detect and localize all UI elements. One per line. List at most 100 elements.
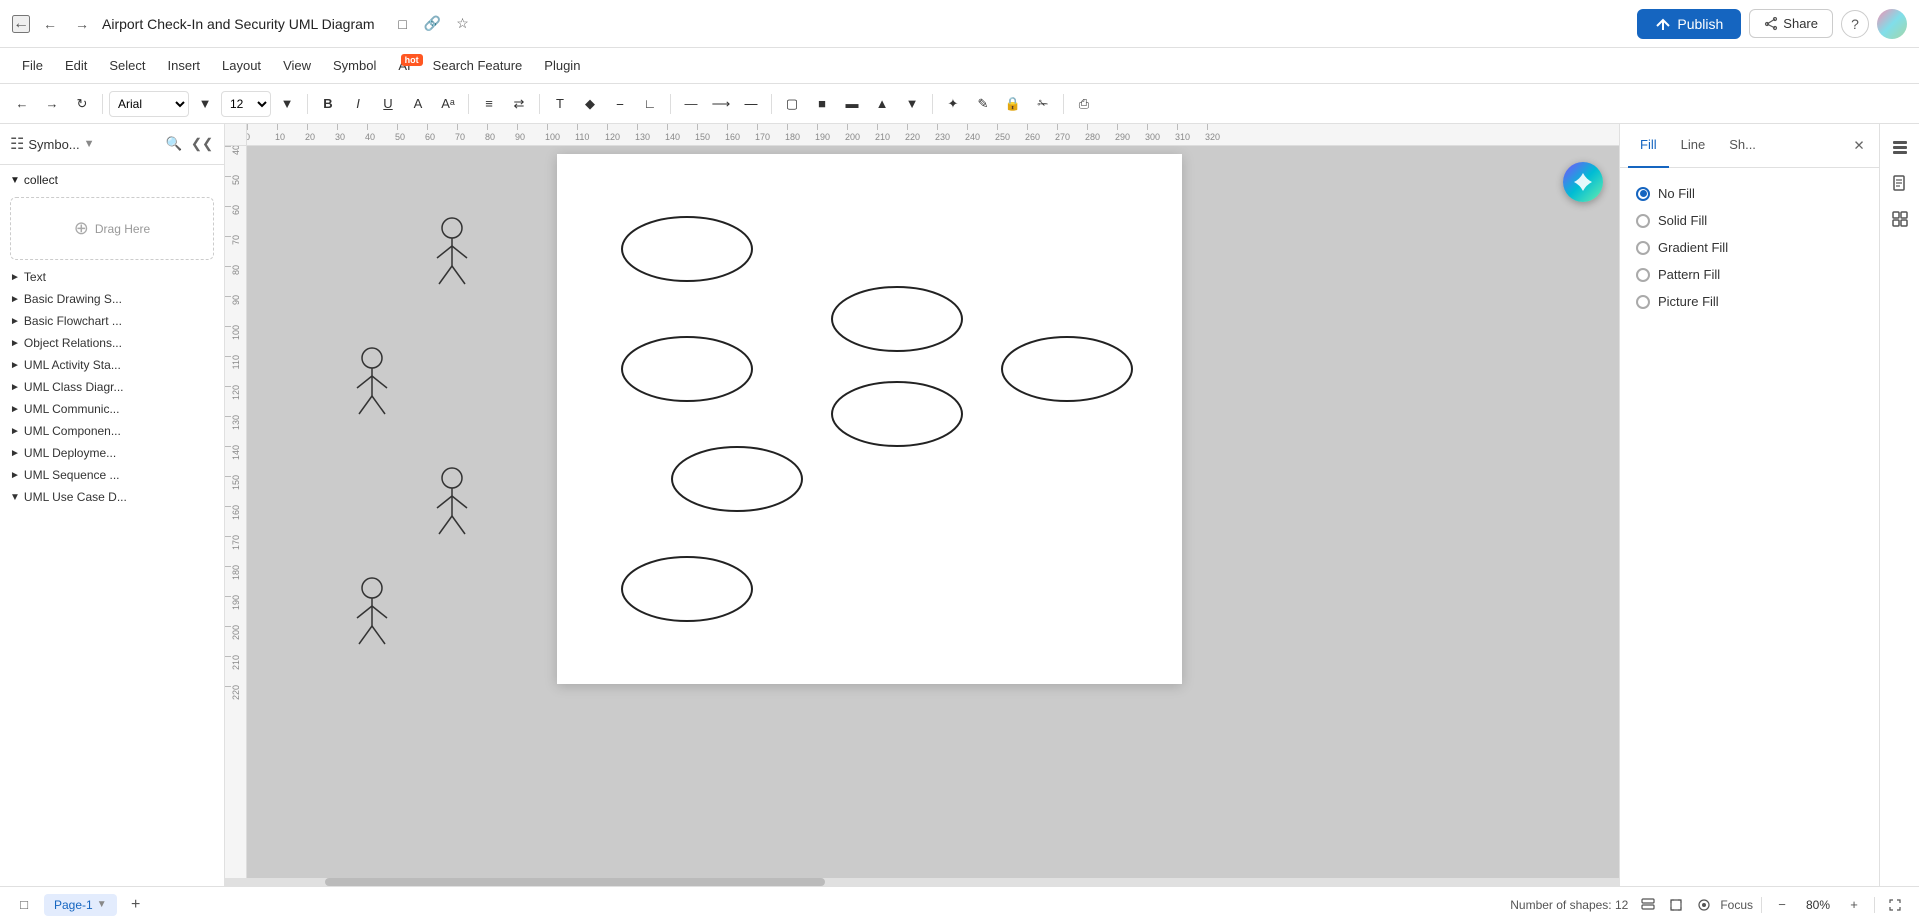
sidebar-search-button[interactable]: 🔍 (162, 132, 186, 156)
fill-option-pattern[interactable]: Pattern Fill (1632, 261, 1867, 288)
grid-icon-button[interactable] (1885, 204, 1915, 234)
send-backward-button[interactable]: ▼ (898, 90, 926, 118)
sidebar-group-collect[interactable]: ▼ collect (0, 169, 224, 191)
zoom-in-button[interactable]: + (1842, 893, 1866, 917)
page-1-tab[interactable]: Page-1 ▼ (44, 894, 117, 916)
canvas-scroll[interactable]: 4050607080901001101201301401501601701801… (225, 146, 1619, 878)
redo-toolbar-button[interactable]: → (38, 90, 66, 118)
font-color-button[interactable]: A (404, 90, 432, 118)
font-size-dropdown-button[interactable]: ▼ (273, 90, 301, 118)
shape-tab[interactable]: Sh... (1717, 124, 1768, 168)
user-avatar[interactable] (1877, 9, 1907, 39)
text-style-button[interactable]: A​ᵃ (434, 90, 462, 118)
text-tool-button[interactable]: T (546, 90, 574, 118)
line-tab[interactable]: Line (1669, 124, 1718, 168)
tab-button[interactable]: □ (391, 12, 415, 36)
layers-button[interactable] (1636, 893, 1660, 917)
picture-fill-radio[interactable] (1636, 295, 1650, 309)
text-align-button[interactable]: ⇄ (505, 90, 533, 118)
menu-search-feature[interactable]: Search Feature (423, 54, 533, 77)
lock-button[interactable]: 🔒 (999, 90, 1027, 118)
pattern-fill-radio[interactable] (1636, 268, 1650, 282)
arrow-style-button[interactable]: ⟶ (707, 90, 735, 118)
font-size-select[interactable]: 12 (221, 91, 271, 117)
menu-view[interactable]: View (273, 54, 321, 77)
line-color-button[interactable]: ⎯ (606, 90, 634, 118)
fill-option-solid[interactable]: Solid Fill (1632, 207, 1867, 234)
connection-button[interactable]: ∟ (636, 90, 664, 118)
menu-select[interactable]: Select (99, 54, 155, 77)
no-fill-radio[interactable] (1636, 187, 1650, 201)
edit-button[interactable]: ✎ (969, 90, 997, 118)
menu-plugin[interactable]: Plugin (534, 54, 590, 77)
page-props-icon-button[interactable] (1885, 168, 1915, 198)
font-family-select[interactable]: Arial (109, 91, 189, 117)
back-button[interactable]: ← (12, 15, 30, 33)
menu-file[interactable]: File (12, 54, 53, 77)
menu-edit[interactable]: Edit (55, 54, 97, 77)
sidebar-collapse-button[interactable]: ❮❮ (190, 132, 214, 156)
history-toolbar-button[interactable]: ↻ (68, 90, 96, 118)
sidebar-group-uml-activity[interactable]: ► UML Activity Sta... (0, 354, 224, 376)
drag-here-drop-zone[interactable]: ⊕ Drag Here (10, 197, 214, 260)
menu-symbol[interactable]: Symbol (323, 54, 386, 77)
bold-button[interactable]: B (314, 90, 342, 118)
sidebar-expand-icon[interactable]: ▼ (84, 138, 95, 150)
page-tab-dropdown-icon[interactable]: ▼ (97, 899, 107, 910)
gradient-fill-radio[interactable] (1636, 241, 1650, 255)
align-objects-button[interactable]: ■ (808, 90, 836, 118)
zoom-out-button[interactable]: − (1770, 893, 1794, 917)
sidebar-group-uml-component[interactable]: ► UML Componen... (0, 420, 224, 442)
magic-button[interactable]: ✦ (939, 90, 967, 118)
fill-tab[interactable]: Fill (1628, 124, 1669, 168)
fullscreen-button[interactable] (1883, 893, 1907, 917)
sidebar-group-uml-usecase[interactable]: ▼ UML Use Case D... (0, 486, 224, 508)
redo-button[interactable]: → (70, 12, 94, 36)
cut-button[interactable]: ✁ (1029, 90, 1057, 118)
sidebar-group-uml-deployment[interactable]: ► UML Deployme... (0, 442, 224, 464)
publish-button[interactable]: Publish (1637, 9, 1741, 39)
panel-toggle-button[interactable]: □ (12, 893, 36, 917)
sidebar-group-text[interactable]: ► Text (0, 266, 224, 288)
horizontal-scrollbar[interactable] (225, 878, 1619, 886)
underline-button[interactable]: U (374, 90, 402, 118)
solid-fill-radio[interactable] (1636, 214, 1650, 228)
help-button[interactable]: ? (1841, 10, 1869, 38)
fill-option-no-fill[interactable]: No Fill (1632, 180, 1867, 207)
menu-insert[interactable]: Insert (158, 54, 211, 77)
export-button[interactable]: ⎙ (1070, 90, 1098, 118)
line-style-button[interactable]: — (677, 90, 705, 118)
star-button[interactable]: ☆ (451, 12, 475, 36)
undo-button[interactable]: ← (38, 12, 62, 36)
bring-forward-button[interactable]: ▲ (868, 90, 896, 118)
distribute-button[interactable]: ▬ (838, 90, 866, 118)
canvas-viewport[interactable] (247, 146, 1619, 878)
menu-ai[interactable]: AI hot (388, 54, 420, 77)
fit-page-button[interactable] (1664, 893, 1688, 917)
ai-float-button[interactable] (1563, 162, 1603, 202)
right-panel-close-button[interactable]: ✕ (1847, 134, 1871, 158)
align-button[interactable]: ≡ (475, 90, 503, 118)
italic-button[interactable]: I (344, 90, 372, 118)
group-button[interactable]: ▢ (778, 90, 806, 118)
fill-option-gradient[interactable]: Gradient Fill (1632, 234, 1867, 261)
menu-layout[interactable]: Layout (212, 54, 271, 77)
sidebar-group-uml-sequence[interactable]: ► UML Sequence ... (0, 464, 224, 486)
shape-fill-button[interactable]: ◆ (576, 90, 604, 118)
fill-option-picture[interactable]: Picture Fill (1632, 288, 1867, 315)
sidebar-group-object-relations[interactable]: ► Object Relations... (0, 332, 224, 354)
sidebar-group-basic-flowchart[interactable]: ► Basic Flowchart ... (0, 310, 224, 332)
font-dropdown-button[interactable]: ▼ (191, 90, 219, 118)
line-type-button[interactable]: ⎯⎯ (737, 90, 765, 118)
sidebar-group-uml-communic[interactable]: ► UML Communic... (0, 398, 224, 420)
properties-icon-button[interactable] (1885, 132, 1915, 162)
focus-label-button[interactable] (1692, 893, 1716, 917)
scrollbar-thumb[interactable] (325, 878, 825, 886)
sidebar-group-uml-class[interactable]: ► UML Class Diagr... (0, 376, 224, 398)
link-button[interactable]: 🔗 (421, 12, 445, 36)
undo-toolbar-button[interactable]: ← (8, 90, 36, 118)
add-page-button[interactable]: + (125, 894, 147, 916)
sidebar-group-basic-drawing[interactable]: ► Basic Drawing S... (0, 288, 224, 310)
diagram-paper[interactable] (557, 154, 1182, 684)
share-button[interactable]: Share (1749, 9, 1833, 38)
